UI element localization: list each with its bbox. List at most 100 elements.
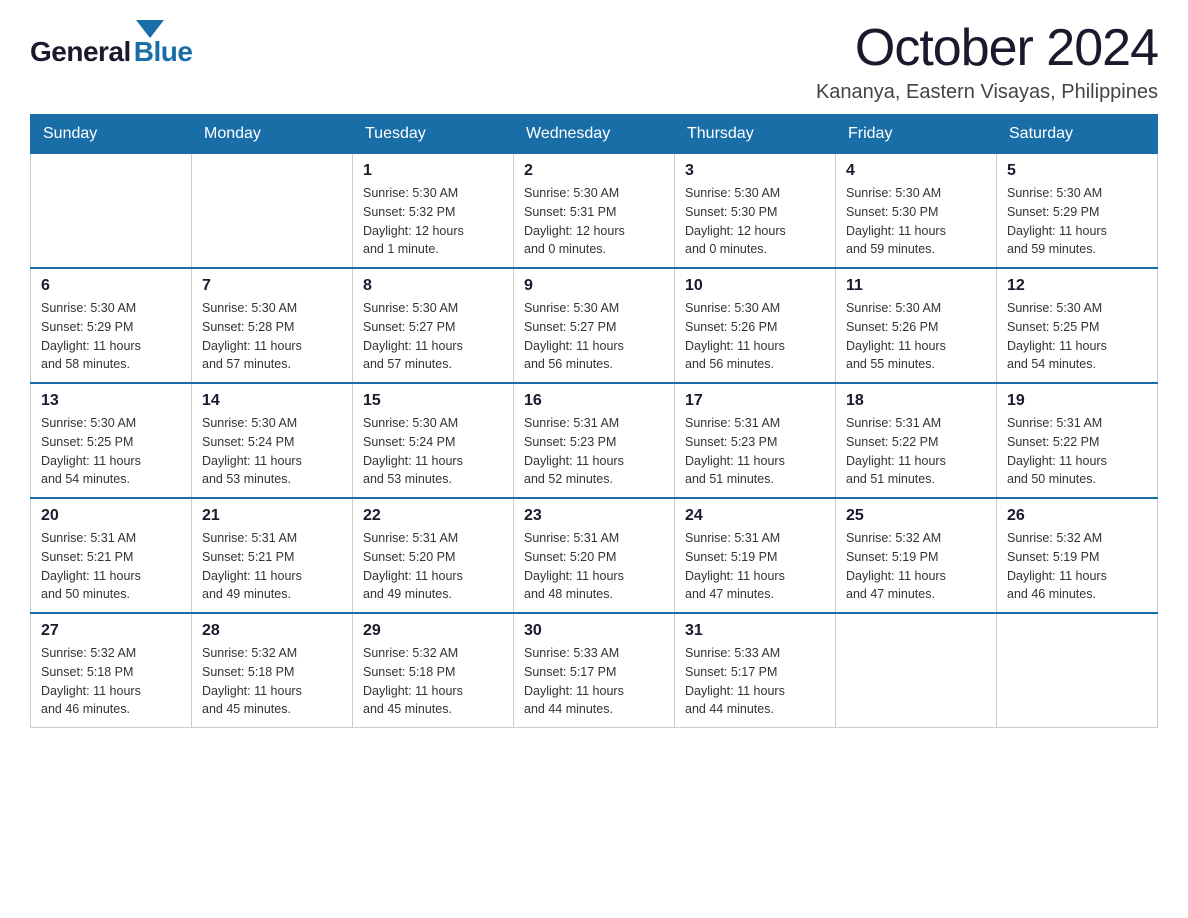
calendar-day-9: 9Sunrise: 5:30 AMSunset: 5:27 PMDaylight…	[514, 268, 675, 383]
day-number: 17	[685, 392, 825, 410]
calendar-header-row: SundayMondayTuesdayWednesdayThursdayFrid…	[31, 115, 1158, 154]
weekday-header-friday: Friday	[836, 115, 997, 154]
day-info: Sunrise: 5:31 AMSunset: 5:23 PMDaylight:…	[524, 414, 664, 489]
day-number: 27	[41, 622, 181, 640]
day-info: Sunrise: 5:31 AMSunset: 5:23 PMDaylight:…	[685, 414, 825, 489]
day-info: Sunrise: 5:30 AMSunset: 5:31 PMDaylight:…	[524, 184, 664, 259]
calendar-day-23: 23 Sunrise: 5:31 AMSunset: 5:20 PMDayligh…	[514, 498, 675, 613]
day-number: 31	[685, 622, 825, 640]
day-info: Sunrise: 5:31 AMSunset: 5:20 PMDaylight:…	[524, 529, 664, 604]
calendar-day-30: 30 Sunrise: 5:33 AMSunset: 5:17 PMDayligh…	[514, 613, 675, 728]
calendar-week-row: 6 Sunrise: 5:30 AMSunset: 5:29 PMDaylight…	[31, 268, 1158, 383]
calendar-day-8: 8Sunrise: 5:30 AMSunset: 5:27 PMDaylight…	[353, 268, 514, 383]
calendar-day-28: 28 Sunrise: 5:32 AMSunset: 5:18 PMDayligh…	[192, 613, 353, 728]
day-info: Sunrise: 5:30 AMSunset: 5:30 PMDaylight:…	[846, 184, 986, 259]
day-number: 29	[363, 622, 503, 640]
day-info: Sunrise: 5:31 AMSunset: 5:21 PMDaylight:…	[202, 529, 342, 604]
calendar-day-4: 4 Sunrise: 5:30 AMSunset: 5:30 PMDaylight…	[836, 154, 997, 269]
calendar-day-14: 14Sunrise: 5:30 AMSunset: 5:24 PMDayligh…	[192, 383, 353, 498]
calendar-day-12: 12 Sunrise: 5:30 AMSunset: 5:25 PMDayligh…	[997, 268, 1158, 383]
day-info: Sunrise: 5:33 AMSunset: 5:17 PMDaylight:…	[524, 644, 664, 719]
weekday-header-tuesday: Tuesday	[353, 115, 514, 154]
day-number: 3	[685, 162, 825, 180]
day-number: 2	[524, 162, 664, 180]
day-info: Sunrise: 5:30 AMSunset: 5:26 PMDaylight:…	[846, 299, 986, 374]
day-info: Sunrise: 5:31 AMSunset: 5:22 PMDaylight:…	[846, 414, 986, 489]
calendar-day-18: 18Sunrise: 5:31 AMSunset: 5:22 PMDayligh…	[836, 383, 997, 498]
day-info: Sunrise: 5:32 AMSunset: 5:19 PMDaylight:…	[1007, 529, 1147, 604]
day-info: Sunrise: 5:31 AMSunset: 5:21 PMDaylight:…	[41, 529, 181, 604]
day-info: Sunrise: 5:32 AMSunset: 5:19 PMDaylight:…	[846, 529, 986, 604]
day-number: 5	[1007, 162, 1147, 180]
day-number: 22	[363, 507, 503, 525]
calendar-day-10: 10Sunrise: 5:30 AMSunset: 5:26 PMDayligh…	[675, 268, 836, 383]
day-info: Sunrise: 5:30 AMSunset: 5:32 PMDaylight:…	[363, 184, 503, 259]
day-info: Sunrise: 5:32 AMSunset: 5:18 PMDaylight:…	[202, 644, 342, 719]
day-number: 12	[1007, 277, 1147, 295]
day-number: 23	[524, 507, 664, 525]
day-info: Sunrise: 5:30 AMSunset: 5:25 PMDaylight:…	[1007, 299, 1147, 374]
calendar-week-row: 1 Sunrise: 5:30 AMSunset: 5:32 PMDaylight…	[31, 154, 1158, 269]
day-info: Sunrise: 5:30 AMSunset: 5:24 PMDaylight:…	[363, 414, 503, 489]
day-info: Sunrise: 5:32 AMSunset: 5:18 PMDaylight:…	[363, 644, 503, 719]
day-number: 1	[363, 162, 503, 180]
day-number: 14	[202, 392, 342, 410]
calendar-day-17: 17 Sunrise: 5:31 AMSunset: 5:23 PMDayligh…	[675, 383, 836, 498]
calendar-day-24: 24Sunrise: 5:31 AMSunset: 5:19 PMDayligh…	[675, 498, 836, 613]
weekday-header-thursday: Thursday	[675, 115, 836, 154]
day-info: Sunrise: 5:30 AMSunset: 5:28 PMDaylight:…	[202, 299, 342, 374]
logo-blue-block: Blue	[134, 20, 193, 68]
month-title: October 2024	[816, 20, 1158, 77]
title-section: October 2024 Kananya, Eastern Visayas, P…	[816, 20, 1158, 104]
day-number: 26	[1007, 507, 1147, 525]
logo-blue-text: Blue	[134, 36, 193, 68]
day-number: 8	[363, 277, 503, 295]
logo: General Blue	[30, 20, 192, 68]
calendar-day-7: 7 Sunrise: 5:30 AMSunset: 5:28 PMDaylight…	[192, 268, 353, 383]
calendar-day-15: 15 Sunrise: 5:30 AMSunset: 5:24 PMDayligh…	[353, 383, 514, 498]
calendar-empty-cell	[31, 154, 192, 269]
day-number: 6	[41, 277, 181, 295]
day-number: 7	[202, 277, 342, 295]
day-number: 20	[41, 507, 181, 525]
day-number: 16	[524, 392, 664, 410]
day-number: 13	[41, 392, 181, 410]
weekday-header-saturday: Saturday	[997, 115, 1158, 154]
day-info: Sunrise: 5:30 AMSunset: 5:25 PMDaylight:…	[41, 414, 181, 489]
day-number: 28	[202, 622, 342, 640]
day-info: Sunrise: 5:30 AMSunset: 5:30 PMDaylight:…	[685, 184, 825, 259]
calendar-day-11: 11 Sunrise: 5:30 AMSunset: 5:26 PMDayligh…	[836, 268, 997, 383]
calendar-day-26: 26 Sunrise: 5:32 AMSunset: 5:19 PMDayligh…	[997, 498, 1158, 613]
calendar-day-21: 21 Sunrise: 5:31 AMSunset: 5:21 PMDayligh…	[192, 498, 353, 613]
calendar-day-31: 31Sunrise: 5:33 AMSunset: 5:17 PMDayligh…	[675, 613, 836, 728]
calendar-week-row: 27 Sunrise: 5:32 AMSunset: 5:18 PMDayligh…	[31, 613, 1158, 728]
day-number: 21	[202, 507, 342, 525]
calendar-day-20: 20 Sunrise: 5:31 AMSunset: 5:21 PMDayligh…	[31, 498, 192, 613]
day-number: 15	[363, 392, 503, 410]
calendar-day-6: 6 Sunrise: 5:30 AMSunset: 5:29 PMDaylight…	[31, 268, 192, 383]
day-number: 4	[846, 162, 986, 180]
day-info: Sunrise: 5:30 AMSunset: 5:29 PMDaylight:…	[41, 299, 181, 374]
day-info: Sunrise: 5:30 AMSunset: 5:27 PMDaylight:…	[524, 299, 664, 374]
calendar-day-16: 16 Sunrise: 5:31 AMSunset: 5:23 PMDayligh…	[514, 383, 675, 498]
day-number: 25	[846, 507, 986, 525]
day-number: 11	[846, 277, 986, 295]
calendar-empty-cell	[997, 613, 1158, 728]
calendar-day-25: 25 Sunrise: 5:32 AMSunset: 5:19 PMDayligh…	[836, 498, 997, 613]
calendar-table: SundayMondayTuesdayWednesdayThursdayFrid…	[30, 114, 1158, 728]
day-info: Sunrise: 5:31 AMSunset: 5:20 PMDaylight:…	[363, 529, 503, 604]
weekday-header-sunday: Sunday	[31, 115, 192, 154]
location-title: Kananya, Eastern Visayas, Philippines	[816, 81, 1158, 104]
calendar-day-13: 13 Sunrise: 5:30 AMSunset: 5:25 PMDayligh…	[31, 383, 192, 498]
day-info: Sunrise: 5:31 AMSunset: 5:19 PMDaylight:…	[685, 529, 825, 604]
calendar-empty-cell	[836, 613, 997, 728]
day-info: Sunrise: 5:30 AMSunset: 5:26 PMDaylight:…	[685, 299, 825, 374]
weekday-header-monday: Monday	[192, 115, 353, 154]
calendar-day-5: 5Sunrise: 5:30 AMSunset: 5:29 PMDaylight…	[997, 154, 1158, 269]
calendar-day-3: 3 Sunrise: 5:30 AMSunset: 5:30 PMDaylight…	[675, 154, 836, 269]
calendar-day-19: 19Sunrise: 5:31 AMSunset: 5:22 PMDayligh…	[997, 383, 1158, 498]
logo-general-text: General	[30, 36, 131, 68]
day-info: Sunrise: 5:32 AMSunset: 5:18 PMDaylight:…	[41, 644, 181, 719]
calendar-day-29: 29 Sunrise: 5:32 AMSunset: 5:18 PMDayligh…	[353, 613, 514, 728]
day-number: 30	[524, 622, 664, 640]
